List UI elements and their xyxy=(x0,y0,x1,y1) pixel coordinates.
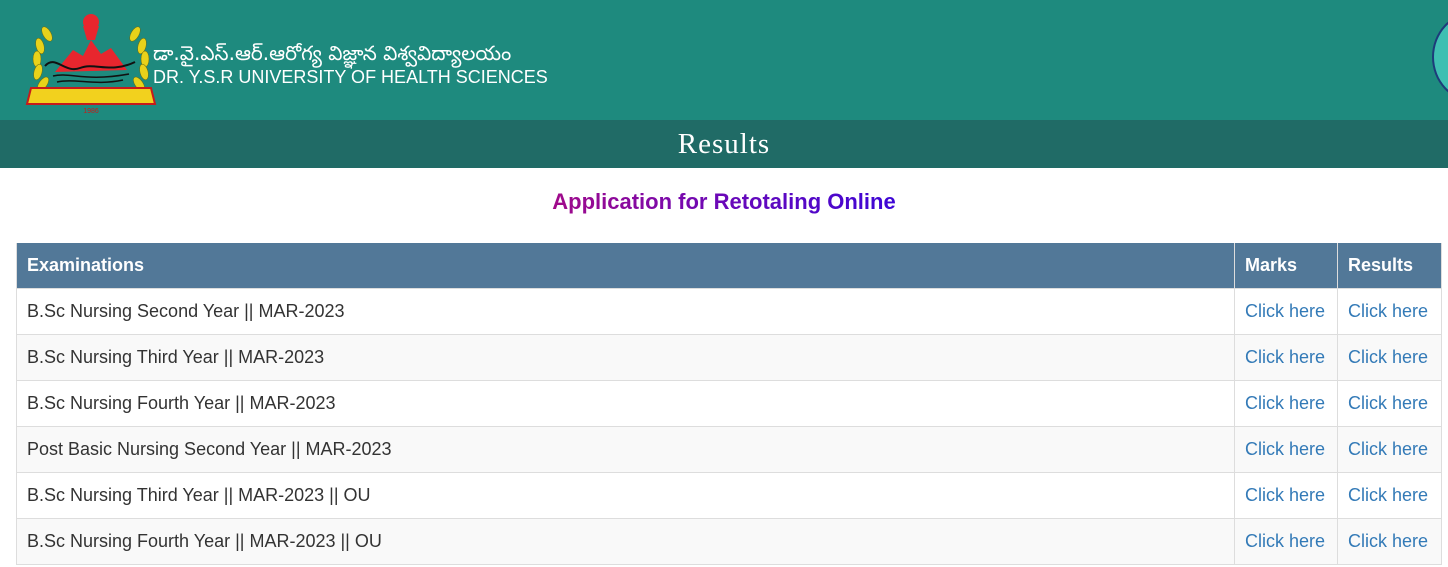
marks-link[interactable]: Click here xyxy=(1245,439,1325,459)
table-row: B.Sc Nursing Third Year || MAR-2023 Clic… xyxy=(16,334,1442,381)
results-link[interactable]: Click here xyxy=(1348,531,1428,551)
results-link[interactable]: Click here xyxy=(1348,439,1428,459)
section-heading-text: Application for Retotaling Online xyxy=(552,189,896,214)
table-row: B.Sc Nursing Fourth Year || MAR-2023 || … xyxy=(16,518,1442,565)
results-table: Examinations Marks Results B.Sc Nursing … xyxy=(16,243,1442,565)
section-heading: Application for Retotaling Online xyxy=(0,189,1448,215)
site-header: 1986 డా.వై.ఎస్.ఆర్.ఆరోగ్య విజ్ఞాన విశ్వవ… xyxy=(0,0,1448,120)
results-link[interactable]: Click here xyxy=(1348,301,1428,321)
marks-link[interactable]: Click here xyxy=(1245,485,1325,505)
results-link[interactable]: Click here xyxy=(1348,347,1428,367)
exam-name: B.Sc Nursing Fourth Year || MAR-2023 || … xyxy=(16,518,1235,565)
results-link[interactable]: Click here xyxy=(1348,485,1428,505)
table-header-row: Examinations Marks Results xyxy=(16,243,1442,289)
column-header-marks: Marks xyxy=(1234,243,1338,289)
table-row: Post Basic Nursing Second Year || MAR-20… xyxy=(16,426,1442,473)
table-row: B.Sc Nursing Fourth Year || MAR-2023 Cli… xyxy=(16,380,1442,427)
table-row: B.Sc Nursing Second Year || MAR-2023 Cli… xyxy=(16,288,1442,335)
results-table-container: Examinations Marks Results B.Sc Nursing … xyxy=(16,243,1442,565)
secondary-emblem-icon xyxy=(1432,12,1448,102)
exam-name: B.Sc Nursing Third Year || MAR-2023 xyxy=(16,334,1235,381)
marks-link[interactable]: Click here xyxy=(1245,347,1325,367)
results-link[interactable]: Click here xyxy=(1348,393,1428,413)
exam-name: Post Basic Nursing Second Year || MAR-20… xyxy=(16,426,1235,473)
page-title-banner: Results xyxy=(0,120,1448,168)
university-title[interactable]: డా.వై.ఎస్.ఆర్.ఆరోగ్య విజ్ఞాన విశ్వవిద్యా… xyxy=(153,40,548,90)
marks-link[interactable]: Click here xyxy=(1245,531,1325,551)
logo-year: 1986 xyxy=(83,108,99,115)
exam-name: B.Sc Nursing Third Year || MAR-2023 || O… xyxy=(16,472,1235,519)
university-emblem-icon[interactable]: 1986 xyxy=(25,4,157,116)
table-row: B.Sc Nursing Third Year || MAR-2023 || O… xyxy=(16,472,1442,519)
column-header-results: Results xyxy=(1337,243,1442,289)
column-header-examinations: Examinations xyxy=(16,243,1235,289)
title-english: DR. Y.S.R UNIVERSITY OF HEALTH SCIENCES xyxy=(153,67,548,87)
exam-name: B.Sc Nursing Fourth Year || MAR-2023 xyxy=(16,380,1235,427)
exam-name: B.Sc Nursing Second Year || MAR-2023 xyxy=(16,288,1235,335)
marks-link[interactable]: Click here xyxy=(1245,301,1325,321)
page-title: Results xyxy=(677,128,771,160)
title-telugu: డా.వై.ఎస్.ఆర్.ఆరోగ్య విజ్ఞాన విశ్వవిద్యా… xyxy=(153,41,512,65)
marks-link[interactable]: Click here xyxy=(1245,393,1325,413)
